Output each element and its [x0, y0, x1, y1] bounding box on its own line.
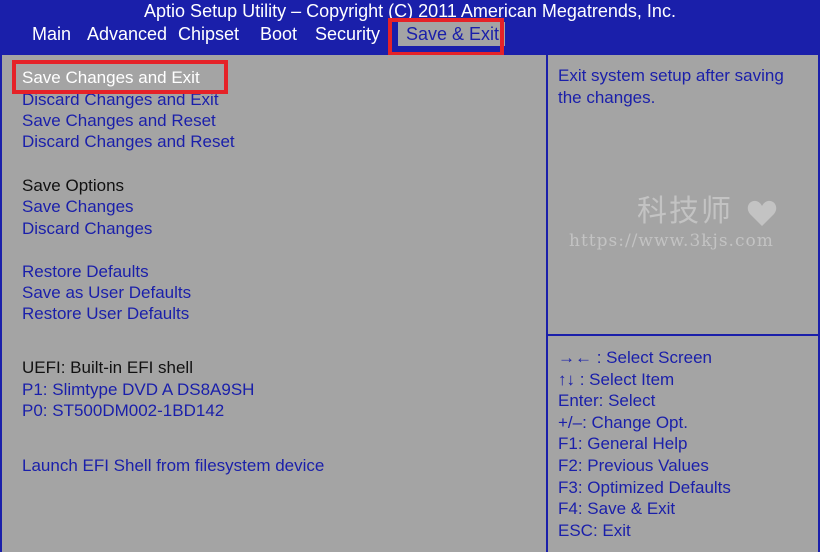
tab-save-exit[interactable]: Save & Exit [393, 22, 506, 46]
menu-item-discard-changes-and-exit[interactable]: Discard Changes and Exit [22, 89, 219, 110]
tab-chipset[interactable]: Chipset [178, 22, 239, 46]
tab-advanced[interactable]: Advanced [87, 22, 167, 46]
app-title: Aptio Setup Utility – Copyright (C) 2011… [144, 1, 676, 21]
menu-item-discard-changes-and-reset[interactable]: Discard Changes and Reset [22, 131, 235, 152]
key-save-exit: F4: Save & Exit [558, 499, 676, 519]
tab-bar: Main Advanced Chipset Boot Security Save… [0, 22, 820, 46]
key-legend: →← : Select Screen ↑↓ : Select Item Ente… [558, 347, 813, 541]
key-esc-exit: ESC: Exit [558, 520, 631, 540]
section-label-save-options: Save Options [22, 176, 125, 195]
key-select-screen: →← : Select Screen [558, 348, 713, 367]
key-select-item: ↑↓ : Select Item [558, 369, 675, 389]
panel-divider-vertical [546, 55, 548, 552]
menu-item-discard-changes[interactable]: Discard Changes [22, 218, 152, 239]
key-optimized-defaults: F3: Optimized Defaults [558, 477, 731, 497]
menu-item-restore-user-defaults[interactable]: Restore User Defaults [22, 303, 189, 324]
help-description: Exit system setup after saving the chang… [558, 66, 784, 107]
boot-override-dvd[interactable]: P1: Slimtype DVD A DS8A9SH [22, 379, 254, 400]
key-previous-values: F2: Previous Values [558, 455, 709, 475]
key-change-opt: +/–: Change Opt. [558, 412, 688, 432]
menu-item-launch-efi-shell[interactable]: Launch EFI Shell from filesystem device [22, 455, 324, 476]
watermark: 科技师 https://www.3kjs.com [569, 195, 809, 253]
menu-item-restore-defaults[interactable]: Restore Defaults [22, 261, 149, 282]
tab-boot[interactable]: Boot [260, 22, 297, 46]
watermark-url: https://www.3kjs.com [569, 231, 774, 251]
heart-icon [748, 200, 777, 226]
tab-security[interactable]: Security [315, 22, 380, 46]
boot-override-hdd[interactable]: P0: ST500DM002-1BD142 [22, 400, 224, 421]
menu-item-save-changes[interactable]: Save Changes [22, 196, 134, 217]
menu-item-save-changes-and-exit[interactable]: Save Changes and Exit [22, 67, 200, 88]
menu-item-save-as-user-defaults[interactable]: Save as User Defaults [22, 282, 191, 303]
tab-main[interactable]: Main [32, 22, 71, 46]
panel-divider-horizontal [548, 334, 818, 336]
watermark-name: 科技师 [637, 195, 733, 228]
main-panel: Save Changes and Exit Discard Changes an… [2, 55, 818, 552]
key-enter-select: Enter: Select [558, 391, 656, 411]
key-general-help: F1: General Help [558, 434, 688, 454]
boot-override-uefi-shell[interactable]: UEFI: Built-in EFI shell [22, 357, 193, 378]
menu-item-save-changes-and-reset[interactable]: Save Changes and Reset [22, 110, 216, 131]
